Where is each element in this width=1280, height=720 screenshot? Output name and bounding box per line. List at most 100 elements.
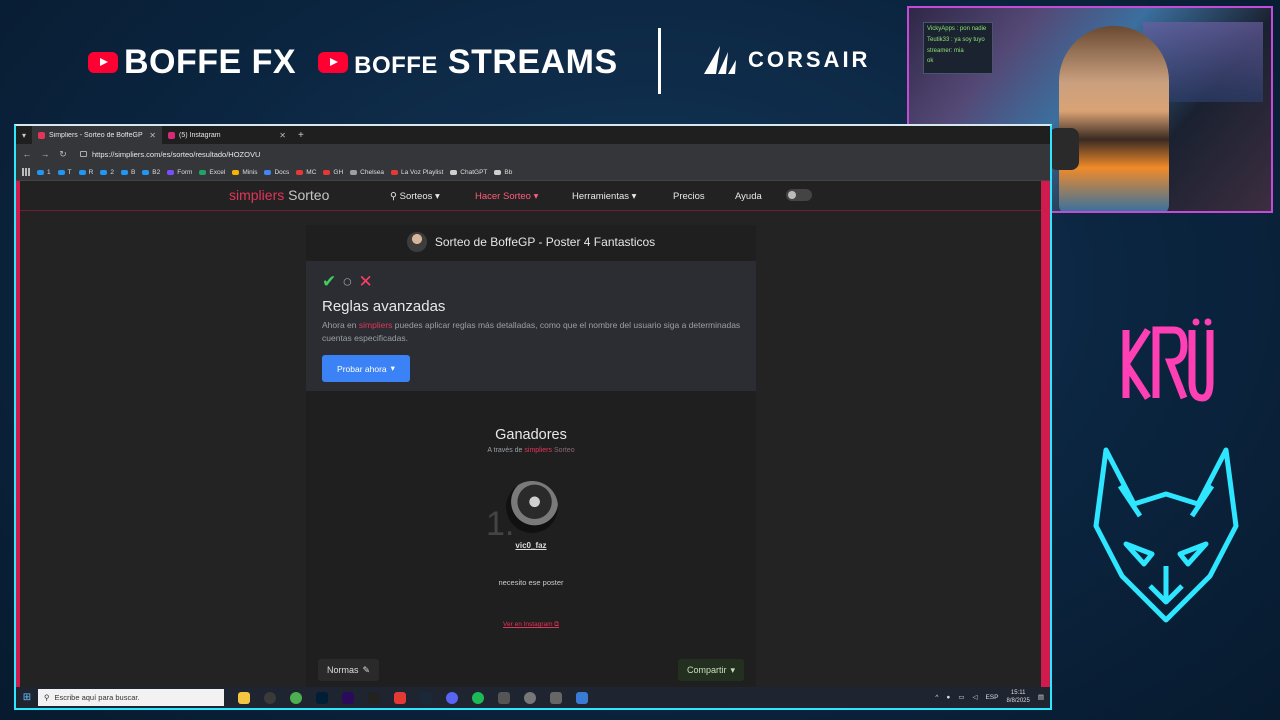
bookmark-item[interactable]: B2 — [142, 169, 160, 176]
close-icon[interactable]: ✕ — [279, 131, 286, 140]
bookmark-item[interactable]: ChatGPT — [450, 169, 487, 176]
bookmark-item[interactable]: R — [78, 169, 93, 176]
promo-banner: ✔ ○ ✕ Reglas avanzadas Ahora en simplier… — [306, 261, 756, 391]
circle-icon: ○ — [342, 272, 353, 291]
url-input[interactable]: https://simpliers.com/es/sorteo/resultad… — [76, 147, 1044, 161]
bookmark-icon — [494, 169, 502, 175]
bookmark-item[interactable]: 2 — [100, 169, 114, 176]
volume-icon[interactable]: ◁ — [972, 693, 977, 701]
chatgpt-icon — [450, 169, 458, 175]
discord-icon[interactable] — [446, 691, 458, 704]
drive-icon — [232, 169, 240, 175]
bookmark-item[interactable]: Docs — [264, 169, 289, 176]
chevron-up-icon[interactable]: ^ — [935, 694, 938, 701]
site-info-icon[interactable] — [80, 151, 87, 157]
winner-username[interactable]: vic0_faz — [306, 541, 756, 550]
network-icon[interactable]: ▭ — [958, 693, 964, 701]
simpliers-logo[interactable]: simpliers Sorteo — [229, 187, 329, 203]
bookmark-item[interactable]: Form — [167, 169, 192, 176]
bookmark-item[interactable]: MC — [296, 169, 316, 176]
windows-taskbar: ⊞ ⚲ Escribe aquí para buscar. ^ ● ▭ ◁ ES… — [16, 687, 1050, 708]
winner-comment: necesito ese poster — [498, 578, 564, 587]
taskbar-search-input[interactable]: ⚲ Escribe aquí para buscar. — [38, 689, 224, 706]
share-button[interactable]: Compartir ▾ — [677, 659, 744, 681]
instagram-favicon-icon — [168, 131, 175, 139]
epic-games-icon[interactable] — [368, 691, 380, 704]
tab-search-chevron-icon[interactable]: ▾ — [16, 131, 32, 140]
streamer — [1059, 26, 1169, 211]
forward-arrow-icon[interactable]: → — [40, 149, 50, 159]
youtube-icon — [318, 51, 349, 73]
premiere-icon[interactable] — [342, 691, 354, 704]
external-link-icon: ⧉ — [554, 621, 559, 628]
theme-toggle[interactable] — [786, 189, 812, 201]
tab-title: (5) Instagram — [179, 131, 221, 139]
youtube-icon — [323, 169, 331, 175]
chrome-icon[interactable] — [290, 691, 302, 704]
steam-icon[interactable] — [420, 691, 432, 704]
youtube-icon — [391, 169, 399, 175]
bookmark-item[interactable]: La Voz Playlist — [391, 169, 443, 176]
bookmark-item[interactable]: T — [57, 169, 72, 176]
winners-title: Ganadores — [495, 427, 567, 443]
nav-hacer-sorteo[interactable]: Hacer Sorteo ▾ — [475, 191, 538, 202]
wolf-icon — [1093, 447, 1239, 623]
bookmarks-bar: 1 T R 2 B B2 Form Excel Minis Docs MC GH… — [16, 164, 1050, 181]
bookmark-item[interactable]: Bb — [494, 169, 512, 176]
bookmark-item[interactable]: 1 — [37, 169, 51, 176]
webcam-chat-monitor: VickyApps : pon nadie Teutik33 : ya soy … — [923, 22, 993, 74]
giveaway-result-card: Sorteo de BoffeGP - Poster 4 Fantasticos… — [306, 225, 756, 687]
microphone-icon[interactable]: ● — [946, 694, 950, 701]
obs-icon[interactable] — [264, 691, 276, 704]
app-icon[interactable] — [498, 691, 510, 704]
edit-icon: ✎ — [362, 664, 371, 675]
winner-avatar[interactable] — [506, 481, 558, 533]
bookmark-item[interactable]: B — [120, 169, 135, 176]
photoshop-icon[interactable] — [316, 691, 328, 704]
app-icon[interactable] — [550, 691, 562, 704]
bookmark-item[interactable]: Chelsea — [350, 169, 384, 176]
app-icon[interactable] — [576, 691, 588, 704]
forms-icon — [167, 169, 175, 175]
reload-icon[interactable]: ↻ — [58, 149, 68, 160]
url-text: https://simpliers.com/es/sorteo/resultad… — [92, 149, 261, 159]
file-explorer-icon[interactable] — [238, 691, 250, 704]
browser-tab-bar: ▾ Simpliers - Sorteo de BoffeGP ✕ (5) In… — [16, 126, 1050, 144]
header-divider — [658, 28, 661, 94]
spotify-icon[interactable] — [472, 691, 484, 704]
bookmark-item[interactable]: Excel — [199, 169, 225, 176]
chevron-down-icon: ▾ — [390, 363, 395, 373]
onedrive-icon — [142, 169, 150, 175]
nav-sorteos[interactable]: ⚲ Sorteos ▾ — [390, 191, 440, 202]
tab-instagram[interactable]: (5) Instagram ✕ — [162, 126, 292, 144]
bookmark-item[interactable]: Minis — [232, 169, 257, 176]
clock[interactable]: 15:11 8/8/2025 — [1006, 689, 1029, 705]
onedrive-icon — [37, 169, 44, 175]
settings-icon[interactable] — [524, 691, 536, 704]
rules-button[interactable]: Normas ✎ — [318, 659, 380, 681]
sponsor-name: CORSAIR — [748, 47, 871, 72]
microphone — [1049, 128, 1079, 170]
app-icon[interactable] — [394, 691, 406, 704]
close-icon[interactable]: ✕ — [149, 131, 156, 140]
nav-precios[interactable]: Precios — [673, 191, 705, 202]
new-tab-button[interactable]: + — [298, 130, 304, 141]
corsair-sails-icon — [704, 46, 736, 74]
view-on-instagram-link[interactable]: Ver en Instagram ⧉ — [306, 621, 756, 629]
try-now-button[interactable]: Probar ahora ▾ — [322, 355, 410, 382]
address-bar: ← → ↻ https://simpliers.com/es/sorteo/re… — [16, 144, 1050, 164]
tab-simpliers[interactable]: Simpliers - Sorteo de BoffeGP ✕ — [32, 126, 162, 144]
card-footer: Normas ✎ Compartir ▾ — [306, 657, 756, 687]
onedrive-icon — [120, 169, 128, 175]
avatar — [406, 232, 427, 252]
back-arrow-icon[interactable]: ← — [22, 149, 32, 159]
windows-start-icon[interactable]: ⊞ — [16, 692, 38, 703]
notifications-icon[interactable]: ▤ — [1038, 693, 1044, 701]
x-icon: ✕ — [358, 272, 373, 291]
language-indicator[interactable]: ESP — [985, 694, 998, 701]
nav-herramientas[interactable]: Herramientas ▾ — [572, 191, 636, 202]
apps-grid-icon[interactable] — [22, 168, 30, 176]
bookmark-item[interactable]: GH — [323, 169, 343, 176]
check-icon: ✔ — [322, 272, 337, 291]
nav-ayuda[interactable]: Ayuda — [735, 191, 762, 202]
